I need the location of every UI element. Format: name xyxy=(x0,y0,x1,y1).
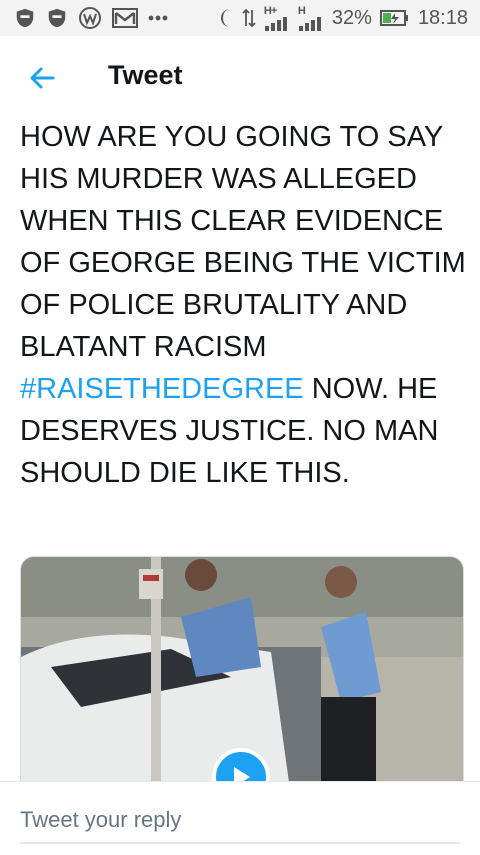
back-arrow-icon xyxy=(30,67,55,89)
data-transfer-icon xyxy=(242,8,256,28)
reply-bar xyxy=(0,781,480,855)
reply-input[interactable] xyxy=(20,798,460,844)
status-bar: H+ H 32% 18:18 xyxy=(0,0,480,36)
shield-icon xyxy=(14,7,36,29)
tweet-text: HOW ARE YOU GOING TO SAY HIS MURDER WAS … xyxy=(20,116,470,494)
shield-icon xyxy=(46,7,68,29)
battery-charging-icon xyxy=(379,9,410,27)
moon-icon xyxy=(216,7,234,29)
wordpress-icon xyxy=(78,6,102,30)
battery-percent: 32% xyxy=(331,6,372,29)
clock: 18:18 xyxy=(417,6,468,29)
back-button[interactable] xyxy=(26,62,58,94)
hashtag-link[interactable]: #RAISETHEDEGREE xyxy=(20,373,304,405)
signal-icon: H xyxy=(298,5,324,31)
more-dots-icon xyxy=(148,15,168,21)
signal-icon: H+ xyxy=(264,5,290,31)
app-bar: Tweet xyxy=(0,36,480,120)
gmail-icon xyxy=(112,7,138,29)
tweet-text-part: HOW ARE YOU GOING TO SAY HIS MURDER WAS … xyxy=(20,121,466,363)
page-title: Tweet xyxy=(108,60,183,90)
